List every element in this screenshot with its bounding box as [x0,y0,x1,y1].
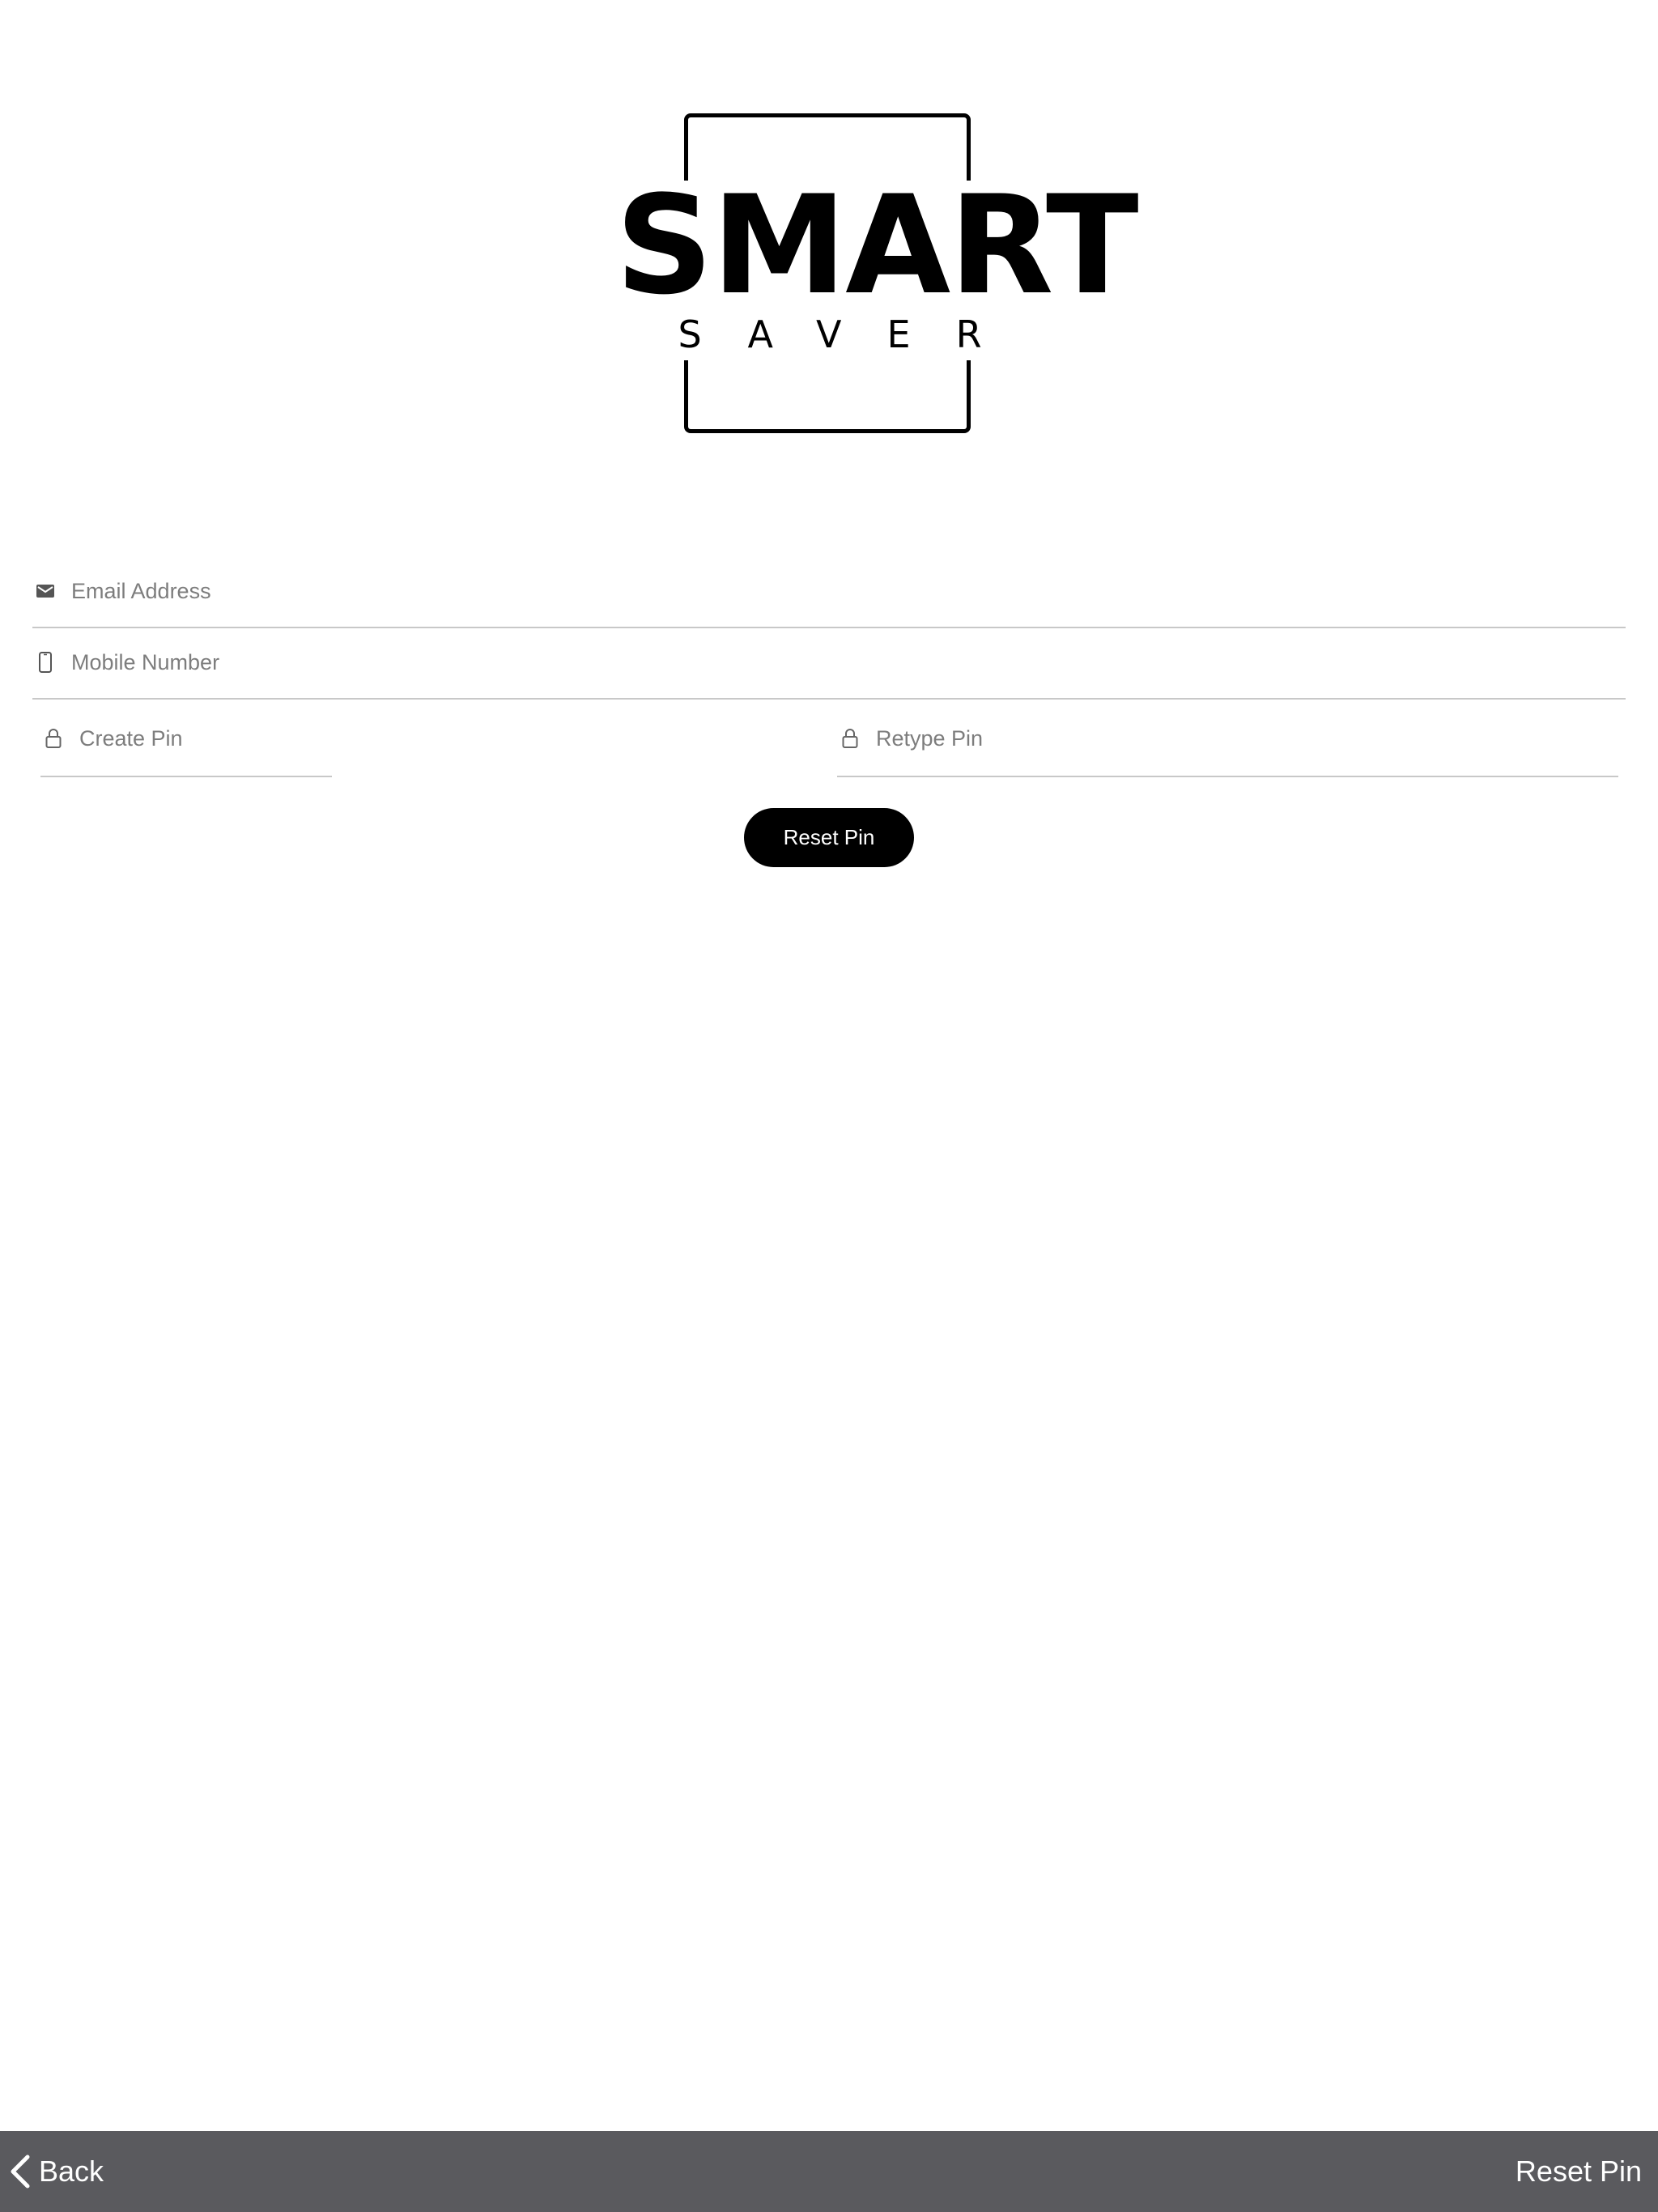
create-pin-field [40,700,810,777]
email-input[interactable] [71,567,1626,615]
back-label: Back [39,2155,104,2188]
lock-icon [839,726,861,751]
logo-wordmark-smart: SMART [615,166,1139,325]
mobile-field-row [32,627,1626,700]
smart-saver-logo: SMART SAVER [615,109,1139,437]
mail-icon [34,580,57,602]
logo-frame-bottom [684,360,971,433]
retype-pin-field [837,700,1618,777]
chevron-left-icon [8,2154,34,2189]
email-field-row [32,555,1626,628]
phone-icon [34,651,57,674]
reset-pin-button[interactable]: Reset Pin [744,808,914,867]
back-button[interactable]: Back [8,2131,104,2212]
bottom-navigation-bar: Back Reset Pin [0,2131,1658,2212]
retype-pin-underline [837,776,1618,777]
mobile-number-input[interactable] [71,638,1626,687]
logo-wordmark-saver: SAVER [678,313,1027,356]
screen-title: Reset Pin [1515,2155,1642,2188]
retype-pin-input[interactable] [876,714,1618,763]
create-pin-underline [40,776,332,777]
lock-icon [42,726,65,751]
create-pin-input[interactable] [79,714,810,763]
reset-pin-screen: SMART SAVER Email Address Mobile Number … [0,0,1658,2212]
